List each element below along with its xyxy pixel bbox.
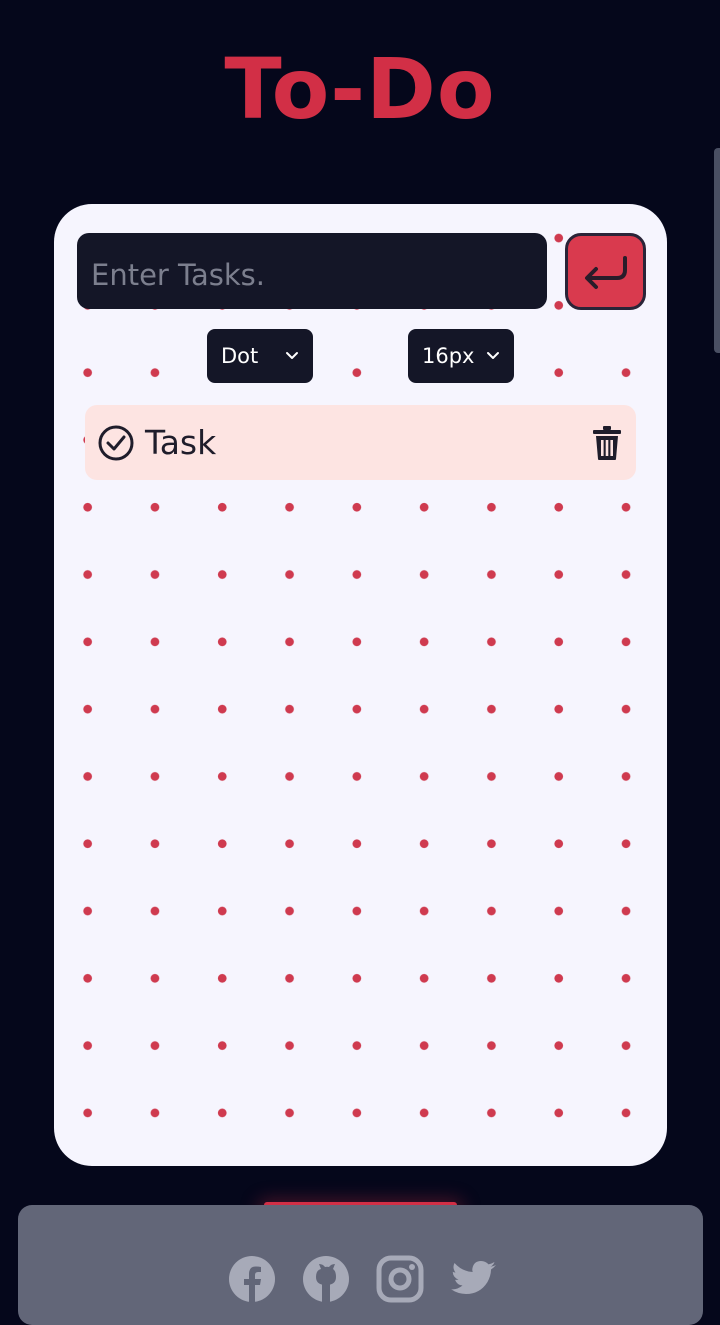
social-links xyxy=(228,1255,498,1303)
twitter-icon xyxy=(451,1261,496,1294)
facebook-icon xyxy=(229,1256,275,1303)
task-text: Task xyxy=(145,423,217,462)
instagram-link[interactable] xyxy=(376,1255,424,1303)
check-circle-icon xyxy=(98,425,134,460)
footer xyxy=(18,1205,703,1325)
trash-icon xyxy=(593,425,621,460)
task-item: Task xyxy=(85,405,636,480)
instagram-icon xyxy=(376,1255,424,1303)
enter-icon xyxy=(584,255,627,289)
dot-size-value: 16px xyxy=(422,344,475,368)
github-link[interactable] xyxy=(302,1255,350,1303)
todo-card: Dot 16px Task xyxy=(54,204,667,1166)
scrollbar-thumb[interactable] xyxy=(714,148,720,353)
chevron-down-icon xyxy=(487,352,499,359)
add-task-button[interactable] xyxy=(565,233,646,310)
task-input[interactable] xyxy=(77,233,547,309)
github-icon xyxy=(303,1256,349,1303)
delete-task-button[interactable] xyxy=(590,424,624,462)
app-title: To-Do xyxy=(224,40,496,138)
background-style-select[interactable]: Dot xyxy=(207,329,313,383)
chevron-down-icon xyxy=(286,352,298,359)
background-style-value: Dot xyxy=(221,344,259,368)
twitter-link[interactable] xyxy=(450,1255,498,1303)
dot-size-select[interactable]: 16px xyxy=(408,329,514,383)
complete-task-button[interactable] xyxy=(97,424,135,462)
facebook-link[interactable] xyxy=(228,1255,276,1303)
